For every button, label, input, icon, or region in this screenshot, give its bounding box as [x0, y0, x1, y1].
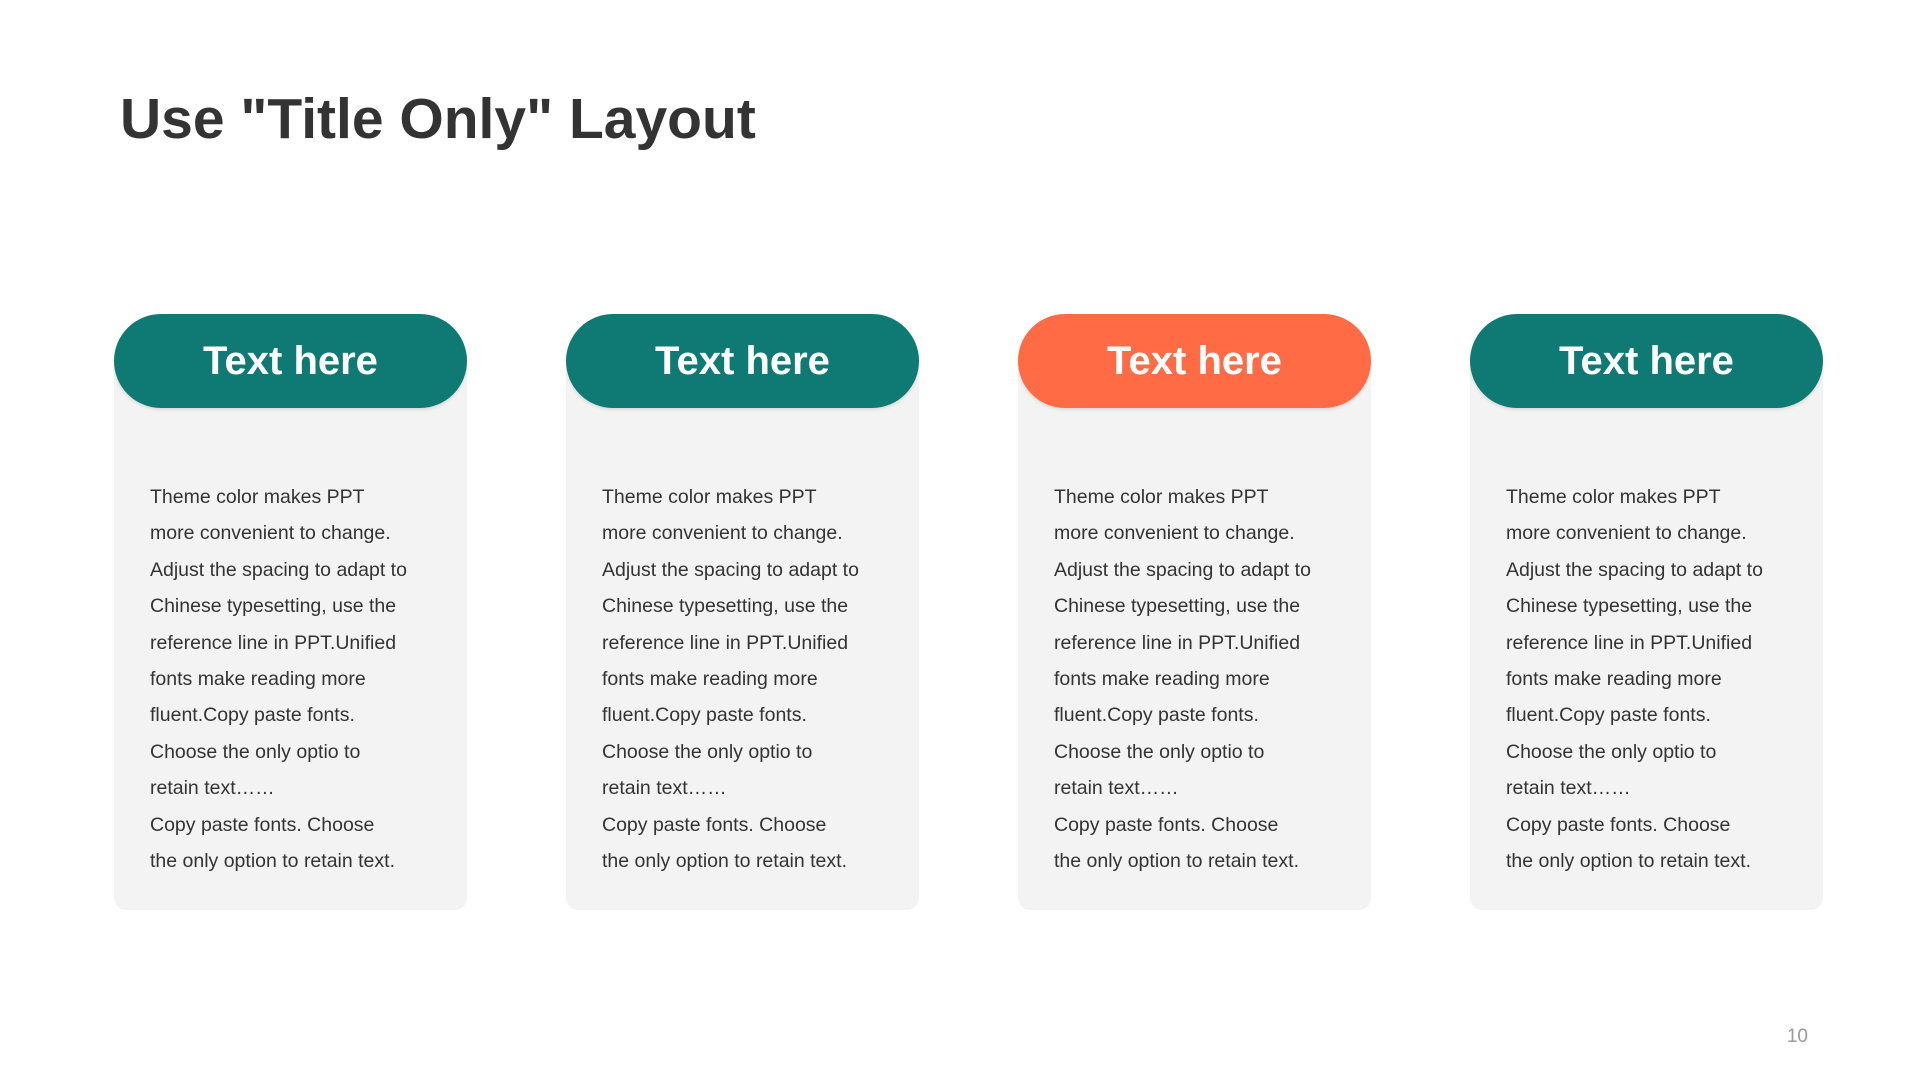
- card-header[interactable]: Text here: [566, 314, 919, 408]
- slide-title[interactable]: Use "Title Only" Layout: [120, 86, 756, 152]
- card-text[interactable]: Theme color makes PPT more convenient to…: [1054, 479, 1344, 879]
- slide: Use "Title Only" Layout Text here Theme …: [0, 0, 1920, 1080]
- card-4: Text here Theme color makes PPT more con…: [1470, 314, 1823, 910]
- card-header[interactable]: Text here: [1018, 314, 1371, 408]
- card-text[interactable]: Theme color makes PPT more convenient to…: [602, 479, 892, 879]
- card-1: Text here Theme color makes PPT more con…: [114, 314, 467, 910]
- card-text[interactable]: Theme color makes PPT more convenient to…: [150, 479, 440, 879]
- page-number: 10: [1786, 1026, 1808, 1047]
- card-header[interactable]: Text here: [114, 314, 467, 408]
- card-3: Text here Theme color makes PPT more con…: [1018, 314, 1371, 910]
- card-2: Text here Theme color makes PPT more con…: [566, 314, 919, 910]
- card-text[interactable]: Theme color makes PPT more convenient to…: [1506, 479, 1796, 879]
- card-header[interactable]: Text here: [1470, 314, 1823, 408]
